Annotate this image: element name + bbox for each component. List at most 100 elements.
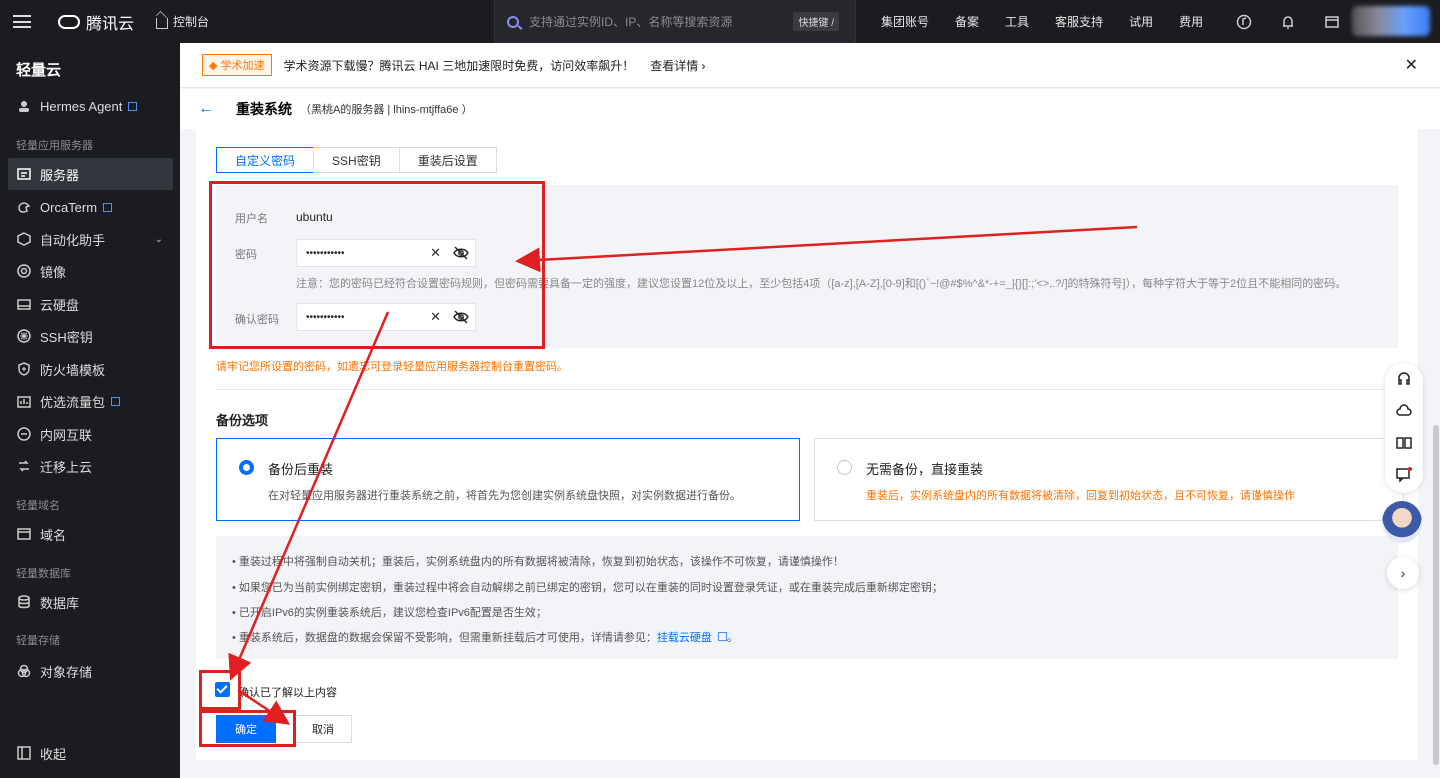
shortcut-badge: 快捷键 / [793,12,839,31]
tab-post-settings[interactable]: 重装后设置 [398,147,497,173]
user-avatar[interactable] [1352,6,1430,36]
notice-box: • 重装过程中将强制自动关机；重装后，实例系统盘内的所有数据将被清除，恢复到初始… [216,536,1398,659]
option-desc: 重装后，实例系统盘内的所有数据将被清除，回复到初始状态，且不可恢复，请谨慎操作 [866,490,1295,502]
assistant-avatar[interactable] [1382,501,1422,543]
top-icons [1222,0,1354,43]
backup-option-backup[interactable]: 备份后重装 在对轻量应用服务器进行重装系统之前，将首先为您创建实例系统盘快照，对… [216,438,800,521]
option-title: 备份后重装 [268,462,334,477]
sidebar-item-label: OrcaTerm [40,199,98,215]
promo-link[interactable]: 查看详情 › [650,57,705,74]
mount-disk-link[interactable]: 挂载云硬盘 [657,632,712,644]
cart-icon[interactable] [1321,11,1343,33]
sidebar-item-database[interactable]: 数据库 [8,586,173,618]
nav-billing[interactable]: 费用 [1166,13,1216,30]
shield-icon [16,361,32,377]
sidebar-item-label: 服务器 [40,167,80,183]
sidebar-item-intranet[interactable]: 内网互联 [8,418,173,450]
sidebar: 轻量云 Hermes Agent 轻量应用服务器 服务器 OrcaTerm 自动… [0,43,180,778]
external-link-icon [717,632,727,641]
nav-support[interactable]: 客服支持 [1042,13,1116,30]
chevron-down-icon: ⌄ [154,233,163,245]
notice-text: • 重装系统后，数据盘的数据会保留不受影响，但需重新挂载后才可使用，详情请参见： [232,632,657,644]
backup-option-direct[interactable]: 无需备份，直接重装 重装后，实例系统盘内的所有数据将被清除，回复到初始状态，且不… [814,438,1404,521]
console-label: 控制台 [173,15,210,29]
external-link-icon [103,202,113,212]
sidebar-item-ssh[interactable]: SSH密钥 [8,320,173,352]
bot-icon [16,98,32,114]
option-desc: 在对轻量应用服务器进行重装系统之前，将首先为您创建实例系统盘快照，对实例数据进行… [268,490,741,502]
sidebar-section-database: 轻量数据库 [16,568,71,580]
sidebar-title: 轻量云 [16,62,62,79]
sidebar-item-label: 防火墙模板 [40,362,106,378]
sidebar-item-label: 镜像 [40,264,67,280]
sidebar-item-label: Hermes Agent [40,98,123,114]
book-icon[interactable] [1396,435,1412,451]
sidebar-item-automation[interactable]: 自动化助手 ⌄ [8,223,173,255]
sidebar-item-firewall[interactable]: 防火墙模板 [8,353,173,385]
scrollbar[interactable] [1433,425,1439,765]
network-icon [16,426,32,442]
brand-name: 腾讯云 [86,15,135,33]
sidebar-item-hermes[interactable]: Hermes Agent [8,90,173,122]
bell-icon[interactable] [1277,11,1299,33]
nav-icp[interactable]: 备案 [942,13,992,30]
sidebar-item-migrate[interactable]: 迁移上云 [8,450,173,482]
key-icon [16,328,32,344]
external-link-icon [128,101,138,111]
chevron-right-icon[interactable]: › [1387,557,1419,589]
floating-toolbar [1385,363,1423,493]
promo-text: 学术资源下载慢？腾讯云 HAI 三地加速限时免费，访问效率飙升！ [283,58,635,73]
back-arrow-icon[interactable]: ← [198,100,214,118]
notice-line: • 已开启IPv6的实例重装系统后，建议您检查IPv6配置是否生效； [232,607,547,619]
annotation-box-ok [199,710,296,747]
sidebar-item-label: 自动化助手 [40,232,106,248]
global-search[interactable]: 支持通过实例ID、IP、名称等搜索资源 快捷键 / [494,0,856,43]
sidebar-item-disk[interactable]: 云硬盘 [8,288,173,320]
tab-ssh-key[interactable]: SSH密钥 [313,147,400,173]
headset-icon[interactable] [1396,371,1412,387]
orca-icon [16,199,32,215]
sidebar-item-image[interactable]: 镜像 [8,255,173,287]
sidebar-item-domain[interactable]: 域名 [8,518,173,550]
collapse-icon [16,745,32,761]
notice-line-4: • 重装系统后，数据盘的数据会保留不受影响，但需重新挂载后才可使用，详情请参见：… [232,629,738,645]
backup-section-title: 备份选项 [216,413,269,428]
brand-logo[interactable]: 腾讯云 [58,10,134,34]
nav-tools[interactable]: 工具 [992,13,1042,30]
sidebar-item-label: 云硬盘 [40,297,80,313]
radio-selected[interactable] [239,460,254,475]
console-link[interactable]: 控制台 [156,13,209,30]
page-header: ← 重装系统 （黑桃A的服务器 | lhins-mtjffa6e ） [180,89,1440,129]
nav-group-account[interactable]: 集团账号 [868,13,942,30]
sidebar-item-server[interactable]: 服务器 [8,158,173,190]
sidebar-item-storage[interactable]: 对象存储 [8,655,173,687]
feedback-icon[interactable] [1396,467,1412,483]
divider [216,389,1398,390]
cloud-logo-icon [58,14,80,29]
cancel-button[interactable]: 取消 [294,715,352,743]
menu-icon[interactable] [0,0,44,43]
page-title: 重装系统 [236,101,292,117]
sidebar-item-traffic[interactable]: 优选流量包 [8,385,173,417]
password-warning: 请牢记您所设置的密码，如遗忘可登录轻量应用服务器控制台重置密码。 [216,361,568,373]
sidebar-item-orcaterm[interactable]: OrcaTerm [8,191,173,223]
tab-custom-password[interactable]: 自定义密码 [216,147,315,173]
close-icon[interactable]: ✕ [1405,55,1418,75]
storage-icon [16,663,32,679]
promo-tag: ◆ 学术加速 [202,54,272,76]
sidebar-item-label: 迁移上云 [40,459,93,475]
top-nav: 集团账号 备案 工具 客服支持 试用 费用 [868,0,1216,43]
sidebar-item-label: 收起 [40,746,67,762]
cloud-icon[interactable] [1396,403,1412,419]
server-icon [16,166,32,182]
radio-unselected[interactable] [837,460,852,475]
music-icon[interactable] [1233,11,1255,33]
option-title: 无需备份，直接重装 [866,462,984,477]
nav-trial[interactable]: 试用 [1116,13,1166,30]
confirm-checkbox-label: 确认已了解以上内容 [238,687,337,699]
sidebar-collapse[interactable]: 收起 [8,737,173,769]
traffic-icon [16,393,32,409]
sidebar-section-lighthouse: 轻量应用服务器 [16,140,93,152]
assistant-icon [16,231,32,247]
sidebar-item-label: SSH密钥 [40,329,93,345]
